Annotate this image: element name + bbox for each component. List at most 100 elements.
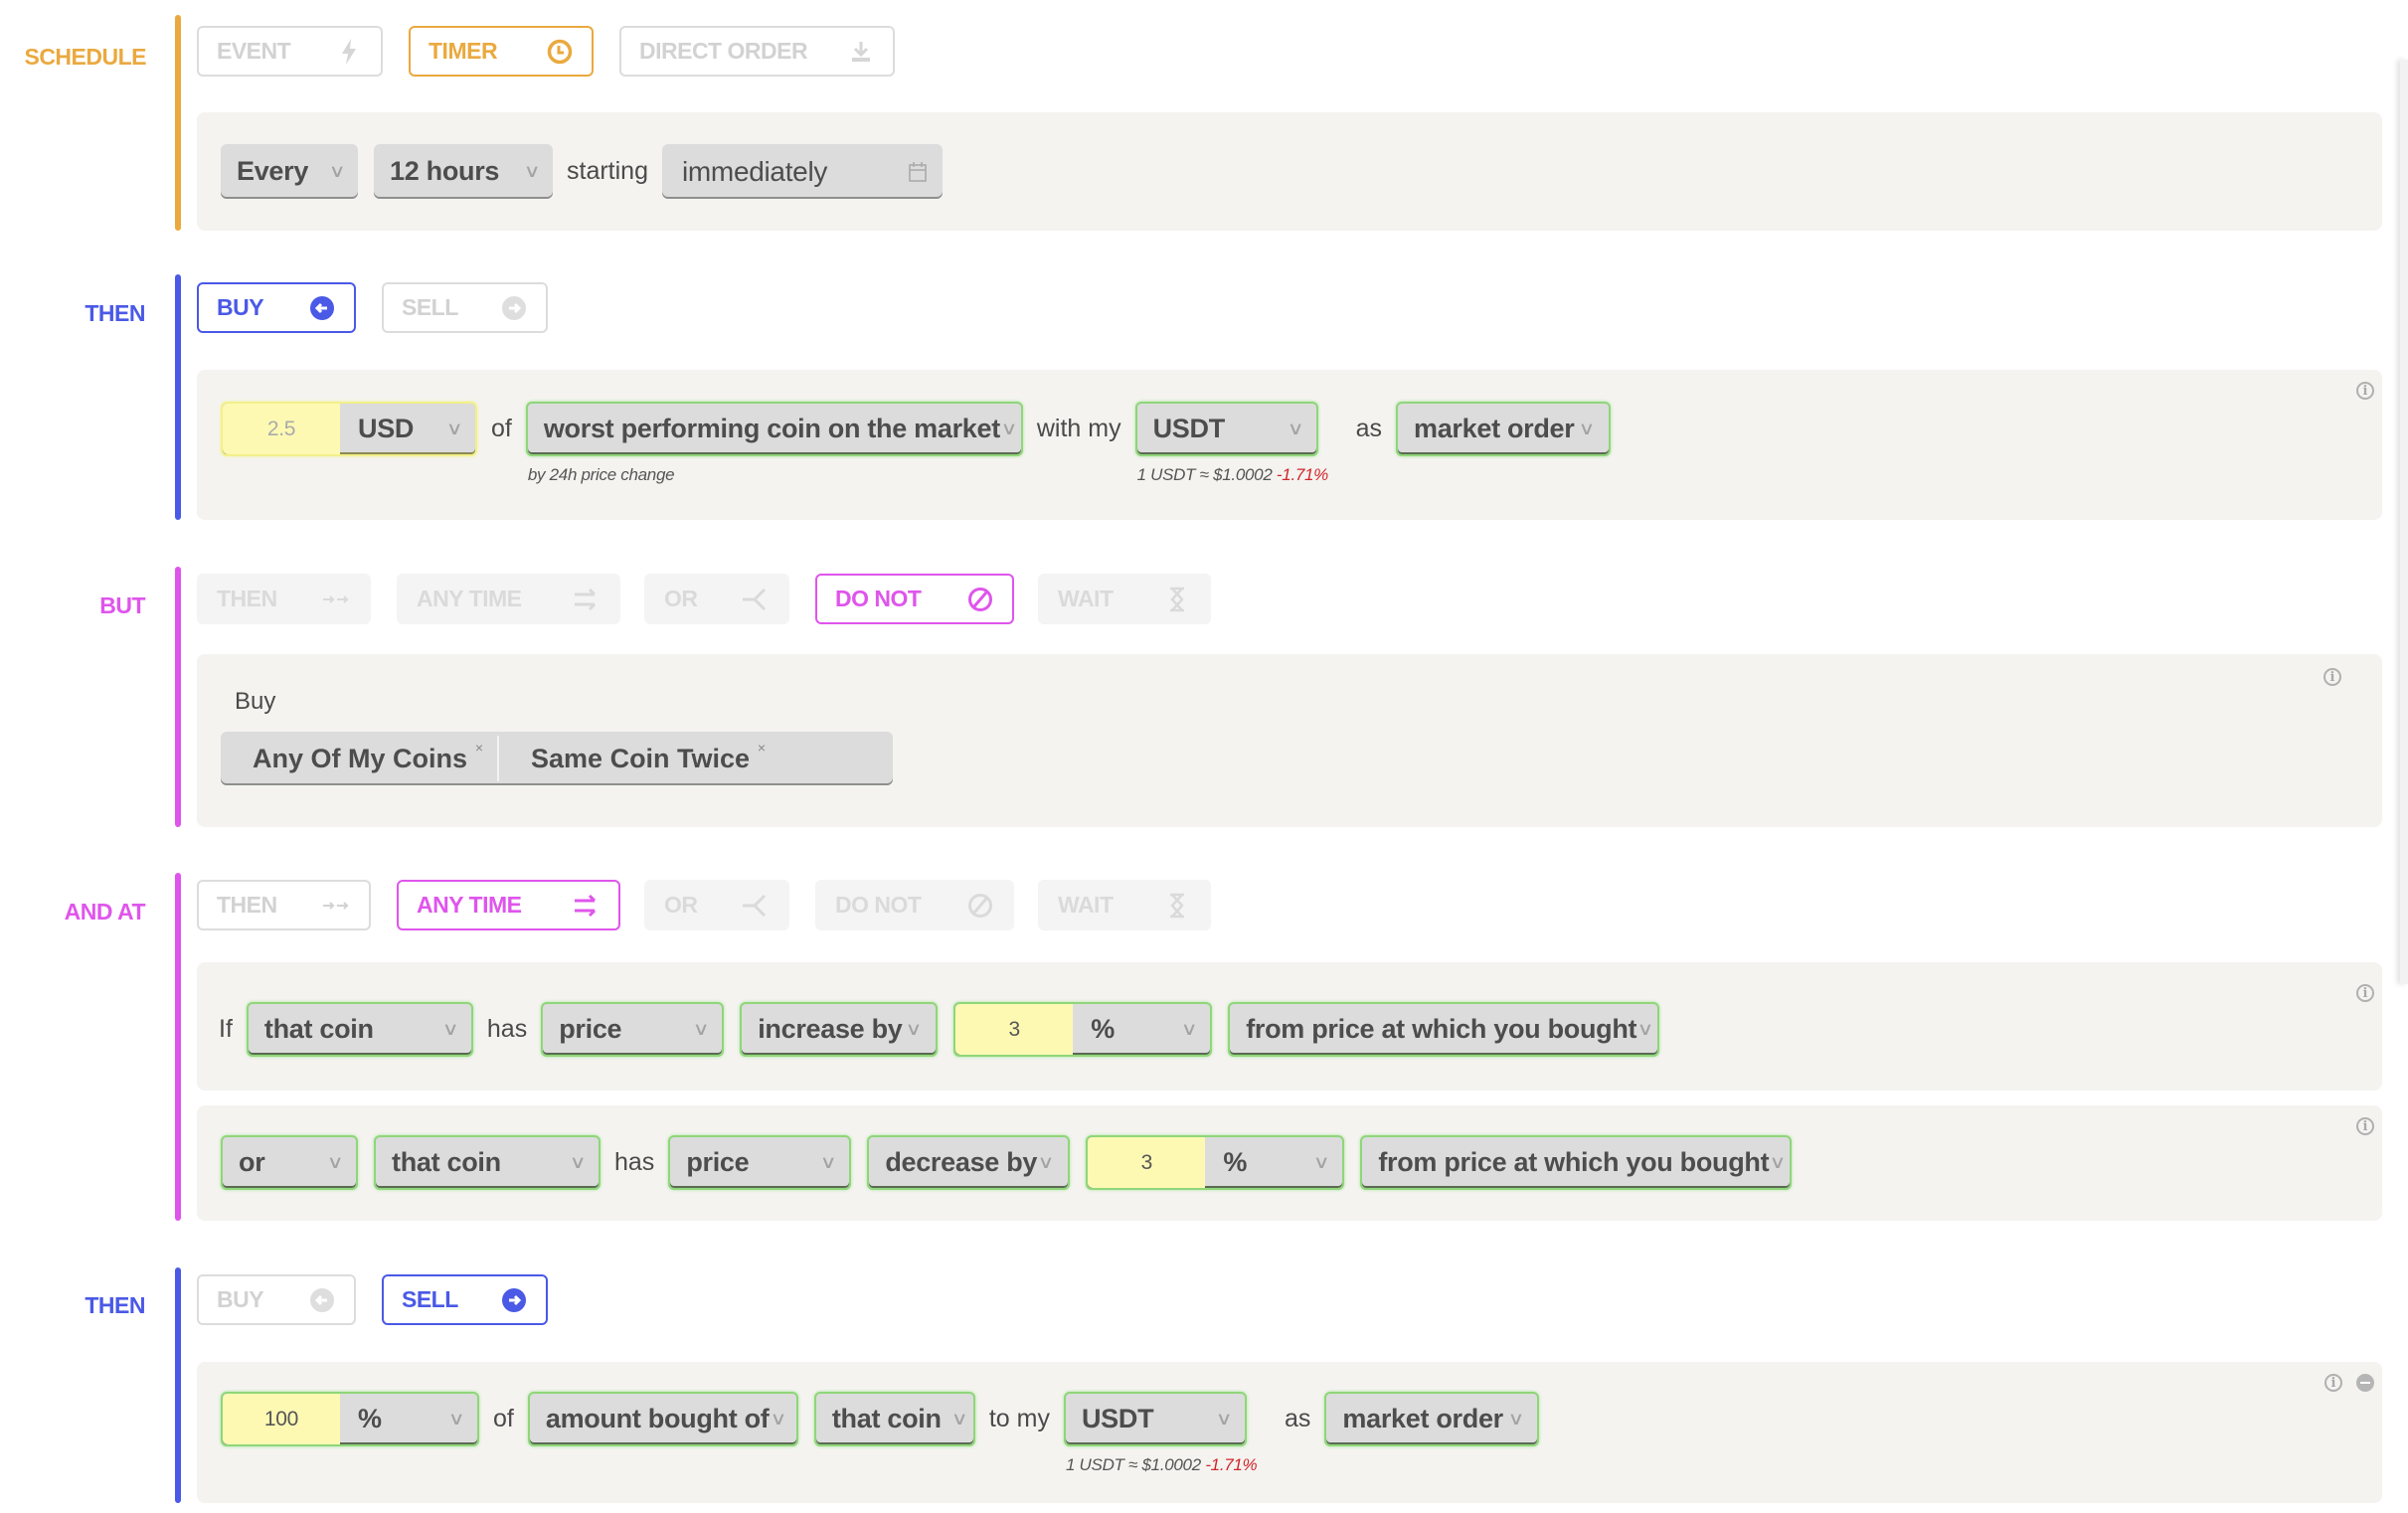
buy-target-select[interactable]: worst performing coin on the market ∨ by… xyxy=(525,402,1023,484)
trigger-timer-button[interactable]: TIMER xyxy=(409,26,594,77)
chevron-down-icon: ∨ xyxy=(328,161,346,181)
buy-amount-control[interactable]: 2.5 USD ∨ xyxy=(221,402,477,456)
chevron-down-icon: ∨ xyxy=(820,1152,837,1172)
but-label: BUT xyxy=(99,592,145,618)
tag-any-of-my-coins: Any Of My Coins × xyxy=(221,732,497,785)
info-icon[interactable]: i xyxy=(2356,382,2374,400)
subject-value: that coin xyxy=(392,1147,501,1177)
but-wait-button[interactable]: WAIT xyxy=(1038,574,1211,624)
chevron-down-icon: ∨ xyxy=(692,1019,710,1039)
scrollbar[interactable] xyxy=(2400,60,2408,984)
chevron-down-icon: ∨ xyxy=(1313,1152,1330,1172)
direction-value: increase by xyxy=(758,1014,903,1044)
andat-then-button[interactable]: THEN xyxy=(197,880,371,930)
but-bar xyxy=(175,567,181,827)
sell-amount-input[interactable]: 100 xyxy=(223,1394,340,1444)
sell-basis-select[interactable]: amount bought of ∨ xyxy=(527,1392,798,1446)
sell-currency-select[interactable]: USDT ∨ 1 USDT ≈ $1.0002 -1.71% xyxy=(1063,1392,1258,1474)
trigger-direct-order-label: DIRECT ORDER xyxy=(639,38,808,64)
fork-icon xyxy=(742,586,770,613)
sell-order-type-select[interactable]: market order ∨ xyxy=(1324,1392,1540,1446)
schedule-label: SCHEDULE xyxy=(24,44,146,70)
condition-1-reference-select[interactable]: from price at which you bought ∨ xyxy=(1228,1002,1660,1057)
sell-button[interactable]: SELL xyxy=(382,282,548,333)
andat-any-time-button[interactable]: ANY TIME xyxy=(397,880,620,930)
but-do-not-button[interactable]: DO NOT xyxy=(815,574,1014,624)
start-date-picker[interactable]: immediately xyxy=(661,144,943,199)
condition-2-direction-select[interactable]: decrease by ∨ xyxy=(867,1135,1071,1190)
subject-value: that coin xyxy=(831,1404,942,1433)
chevron-down-icon: ∨ xyxy=(523,161,541,181)
buy-currency-select[interactable]: USDT ∨ 1 USDT ≈ $1.0002 -1.71% xyxy=(1134,402,1328,484)
frequency-select[interactable]: Every ∨ xyxy=(221,144,358,199)
and-at-bar xyxy=(175,873,181,1221)
buy-target-hint: by 24h price change xyxy=(527,465,675,484)
condition-2-value-input[interactable]: 3 xyxy=(1088,1137,1206,1188)
arrow-left-circle-icon xyxy=(308,1286,336,1314)
condition-2-metric-select[interactable]: price ∨ xyxy=(668,1135,852,1190)
but-then-label: THEN xyxy=(217,586,277,611)
info-icon[interactable]: i xyxy=(2324,1374,2342,1392)
remove-step-icon[interactable] xyxy=(2356,1374,2374,1392)
chevron-down-icon: ∨ xyxy=(1506,1409,1524,1429)
buy-amount-input[interactable]: 2.5 xyxy=(223,404,340,454)
basis-value: amount bought of xyxy=(545,1404,770,1433)
do-not-tags[interactable]: Any Of My Coins × Same Coin Twice × xyxy=(221,732,893,785)
chevron-down-icon: ∨ xyxy=(1769,1152,1787,1172)
chevron-down-icon: ∨ xyxy=(950,1409,967,1429)
remove-tag-icon[interactable]: × xyxy=(475,740,483,756)
chevron-down-icon: ∨ xyxy=(1287,419,1304,438)
but-then-button[interactable]: THEN xyxy=(197,574,371,624)
info-icon[interactable]: i xyxy=(2356,984,2374,1002)
do-not-action-label: Buy xyxy=(235,688,276,715)
remove-tag-icon[interactable]: × xyxy=(758,740,766,756)
sell-amount-control[interactable]: 100 % ∨ xyxy=(221,1392,479,1446)
as-label: as xyxy=(1355,415,1382,442)
buy-panel: i 2.5 USD ∨ of worst performing coin on … xyxy=(197,370,2382,520)
condition-2-reference-select[interactable]: from price at which you bought ∨ xyxy=(1360,1135,1793,1190)
buy-order-type-select[interactable]: market order ∨ xyxy=(1396,402,1611,456)
buy-currency-rate: 1 USDT ≈ $1.0002 -1.71% xyxy=(1137,465,1329,485)
condition-1-direction-select[interactable]: increase by ∨ xyxy=(740,1002,939,1057)
but-wait-label: WAIT xyxy=(1058,586,1114,611)
condition-2-value-control[interactable]: 3 % ∨ xyxy=(1086,1135,1345,1190)
prohibited-icon xyxy=(966,586,994,613)
condition-1-value-control[interactable]: 3 % ∨ xyxy=(953,1002,1213,1057)
buy-button[interactable]: BUY xyxy=(197,282,356,333)
condition-1-metric-select[interactable]: price ∨ xyxy=(541,1002,725,1057)
trigger-direct-order-button[interactable]: DIRECT ORDER xyxy=(619,26,895,77)
andat-wait-button[interactable]: WAIT xyxy=(1038,880,1211,930)
andat-do-not-button[interactable]: DO NOT xyxy=(815,880,1014,930)
sell-amount-unit: % xyxy=(358,1404,382,1433)
unit-value: % xyxy=(1223,1147,1248,1177)
andat-or-button[interactable]: OR xyxy=(644,880,789,930)
sell-subject-select[interactable]: that coin ∨ xyxy=(813,1392,975,1446)
sell-label: SELL xyxy=(402,294,458,320)
sell-button-2[interactable]: SELL xyxy=(382,1274,548,1325)
condition-1-value-input[interactable]: 3 xyxy=(955,1004,1074,1055)
tag-same-coin-twice: Same Coin Twice × xyxy=(499,732,779,785)
chevron-down-icon: ∨ xyxy=(905,1019,923,1039)
lightning-icon xyxy=(335,38,363,66)
andat-do-not-label: DO NOT xyxy=(835,892,922,918)
buy-label: BUY xyxy=(217,294,264,320)
buy-label: BUY xyxy=(217,1286,264,1312)
buy-button-2[interactable]: BUY xyxy=(197,1274,356,1325)
condition-1-subject-select[interactable]: that coin ∨ xyxy=(246,1002,473,1057)
info-icon[interactable]: i xyxy=(2323,668,2341,686)
sell-currency-value: USDT xyxy=(1081,1404,1154,1433)
condition-2-logic-select[interactable]: or ∨ xyxy=(221,1135,358,1190)
but-any-time-label: ANY TIME xyxy=(417,586,522,611)
starting-label: starting xyxy=(567,157,648,185)
but-or-button[interactable]: OR xyxy=(644,574,789,624)
info-icon[interactable]: i xyxy=(2356,1117,2374,1135)
has-label: has xyxy=(614,1148,655,1176)
chevron-down-icon: ∨ xyxy=(1578,419,1596,438)
trigger-event-label: EVENT xyxy=(217,38,291,64)
but-any-time-button[interactable]: ANY TIME xyxy=(397,574,620,624)
trigger-event-button[interactable]: EVENT xyxy=(197,26,383,77)
condition-2-subject-select[interactable]: that coin ∨ xyxy=(374,1135,601,1190)
but-panel: i Buy Any Of My Coins × Same Coin Twice … xyxy=(197,654,2382,827)
interval-select[interactable]: 12 hours ∨ xyxy=(374,144,553,199)
trigger-timer-label: TIMER xyxy=(429,38,498,64)
